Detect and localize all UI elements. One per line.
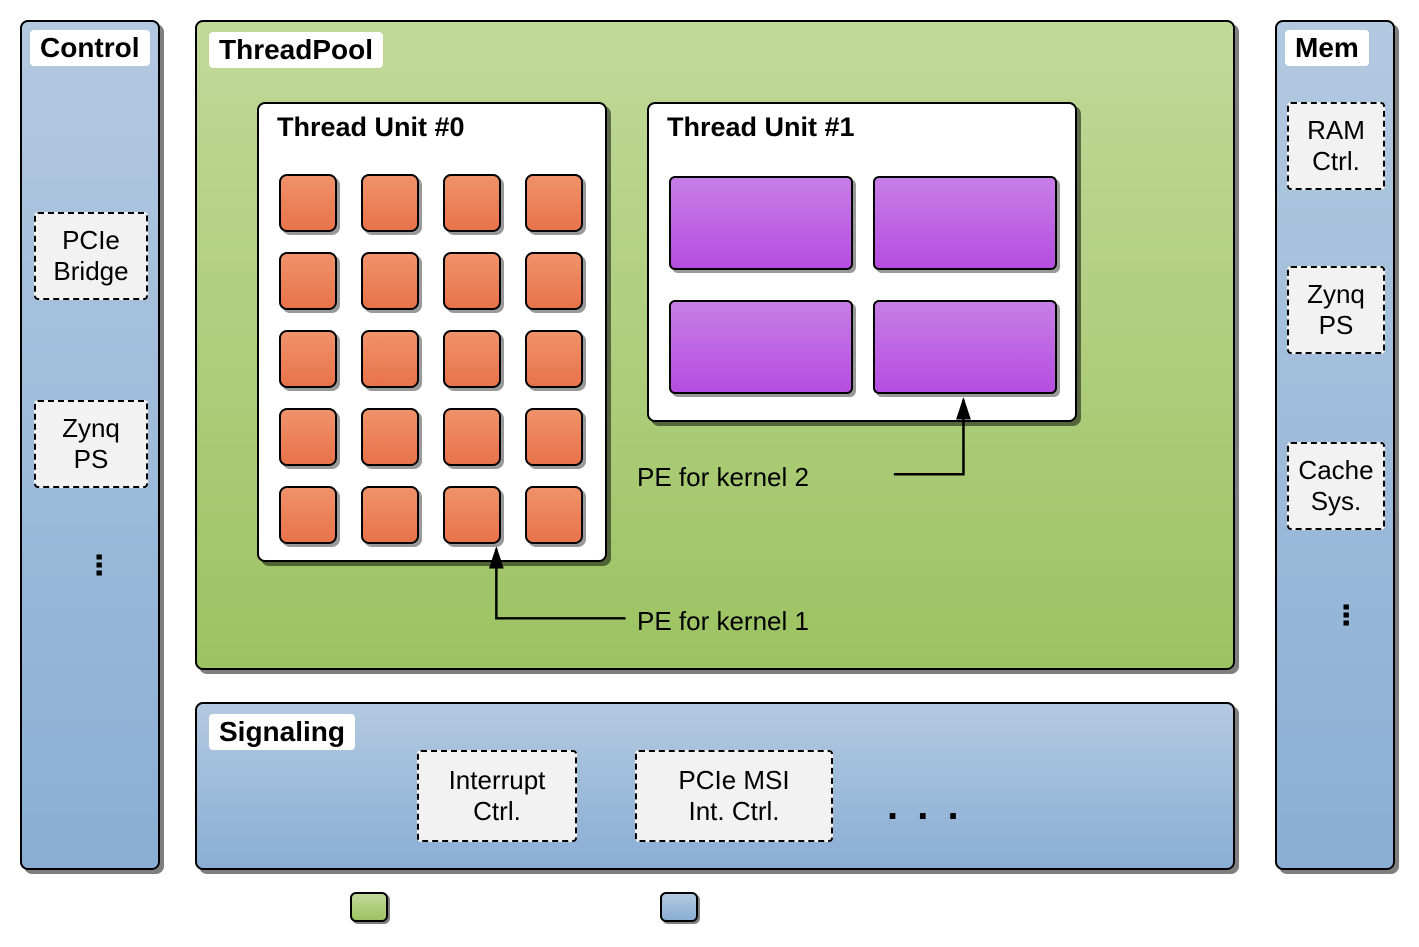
ellipsis-icon: ···	[1325, 602, 1367, 626]
thread-unit-1-title: Thread Unit #1	[657, 110, 865, 145]
architecture-diagram: Control PCIe Bridge Zynq PS ··· Mem RAM …	[20, 20, 1399, 927]
pe-orange	[525, 408, 583, 466]
pe-orange	[361, 486, 419, 544]
pe-orange	[361, 330, 419, 388]
ellipsis-icon: ···	[78, 552, 120, 576]
mem-item-ram: RAM Ctrl.	[1287, 102, 1385, 190]
mem-item-cache: Cache Sys.	[1287, 442, 1385, 530]
signaling-item-interrupt: Interrupt Ctrl.	[417, 750, 577, 842]
thread-unit-0-title: Thread Unit #0	[267, 110, 475, 145]
legend-blue	[660, 892, 698, 922]
pe-orange	[443, 486, 501, 544]
threadpool-title: ThreadPool	[209, 32, 383, 68]
pe-orange	[525, 174, 583, 232]
thread-unit-0: Thread Unit #0	[257, 102, 607, 562]
pe-orange	[361, 252, 419, 310]
pe-orange	[279, 408, 337, 466]
pe-orange	[525, 330, 583, 388]
mem-panel: Mem RAM Ctrl. Zynq PS Cache Sys. ···	[1275, 20, 1395, 870]
mem-item-zynq: Zynq PS	[1287, 266, 1385, 354]
pe-orange	[525, 252, 583, 310]
pe-orange	[443, 174, 501, 232]
pe-orange	[443, 330, 501, 388]
thread-unit-1: Thread Unit #1	[647, 102, 1077, 422]
pe-orange	[279, 486, 337, 544]
control-panel: Control PCIe Bridge Zynq PS ···	[20, 20, 160, 870]
pe-purple	[873, 176, 1057, 270]
pe-orange	[361, 174, 419, 232]
pe-orange	[525, 486, 583, 544]
mem-title: Mem	[1285, 30, 1369, 66]
pe-purple	[669, 176, 853, 270]
pe-orange	[443, 408, 501, 466]
control-title: Control	[30, 30, 150, 66]
signaling-title: Signaling	[209, 714, 355, 750]
threadpool-panel: ThreadPool Thread Unit #0	[195, 20, 1235, 670]
signaling-panel: Signaling Interrupt Ctrl. PCIe MSI Int. …	[195, 702, 1235, 870]
control-item-zynq: Zynq PS	[34, 400, 148, 488]
pe-orange	[279, 330, 337, 388]
pe-orange	[361, 408, 419, 466]
ellipsis-icon: . . .	[887, 784, 963, 829]
pe-kernel-2-label: PE for kernel 2	[637, 462, 809, 493]
signaling-item-pcie-msi: PCIe MSI Int. Ctrl.	[635, 750, 833, 842]
pe-purple	[669, 300, 853, 394]
legend-green	[350, 892, 388, 922]
pe-orange	[279, 174, 337, 232]
control-item-pcie: PCIe Bridge	[34, 212, 148, 300]
pe-orange	[443, 252, 501, 310]
pe-purple	[873, 300, 1057, 394]
pe-orange	[279, 252, 337, 310]
pe-kernel-1-label: PE for kernel 1	[637, 606, 809, 637]
